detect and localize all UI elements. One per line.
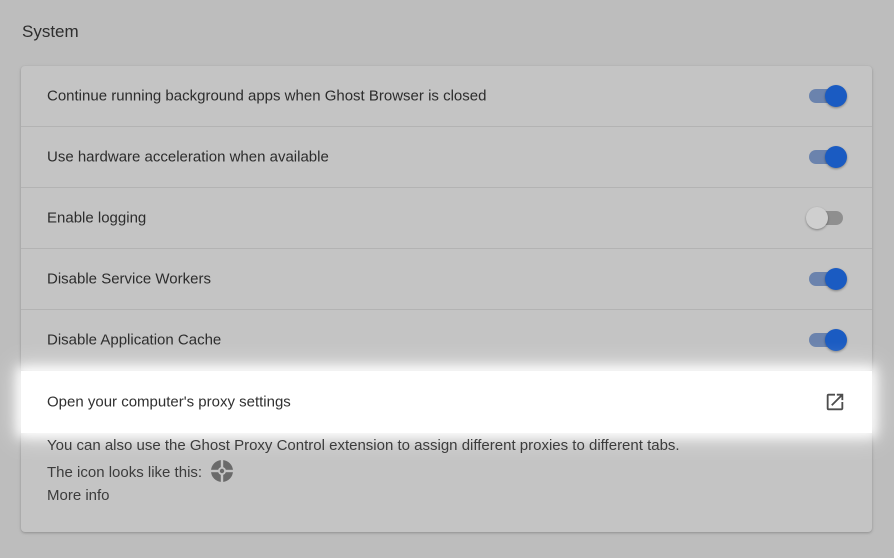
toggle-knob: [825, 329, 847, 351]
setting-row-logging: Enable logging: [21, 188, 872, 249]
setting-row-service-workers: Disable Service Workers: [21, 249, 872, 310]
section-title: System: [22, 22, 79, 41]
setting-row-background-apps: Continue running background apps when Gh…: [21, 66, 872, 127]
proxy-control-icon: [210, 459, 234, 483]
setting-row-hardware-acceleration: Use hardware acceleration when available: [21, 127, 872, 188]
hardware-acceleration-toggle[interactable]: [806, 145, 848, 169]
toggle-knob: [825, 268, 847, 290]
service-workers-toggle[interactable]: [806, 267, 848, 291]
more-info-link[interactable]: More info: [47, 487, 110, 504]
toggle-knob: [806, 207, 828, 229]
logging-toggle[interactable]: [806, 206, 848, 230]
setting-label: Continue running background apps when Gh…: [47, 87, 487, 105]
toggle-knob: [825, 146, 847, 168]
setting-label: Disable Application Cache: [47, 331, 222, 349]
open-in-new-icon[interactable]: [824, 391, 846, 413]
background-apps-toggle[interactable]: [806, 84, 848, 108]
application-cache-toggle[interactable]: [806, 328, 848, 352]
proxy-icon-info-text: The icon looks like this:: [47, 463, 203, 481]
setting-label: Enable logging: [47, 209, 147, 227]
proxy-settings-row[interactable]: Open your computer's proxy settings: [21, 371, 872, 433]
proxy-settings-label: Open your computer's proxy settings: [47, 393, 291, 411]
toggle-knob: [825, 85, 847, 107]
proxy-icon-info: The icon looks like this:: [47, 459, 234, 485]
setting-label: Disable Service Workers: [47, 270, 211, 288]
proxy-extension-info: You can also use the Ghost Proxy Control…: [47, 437, 680, 454]
setting-label: Use hardware acceleration when available: [47, 148, 329, 166]
setting-row-application-cache: Disable Application Cache: [21, 310, 872, 371]
